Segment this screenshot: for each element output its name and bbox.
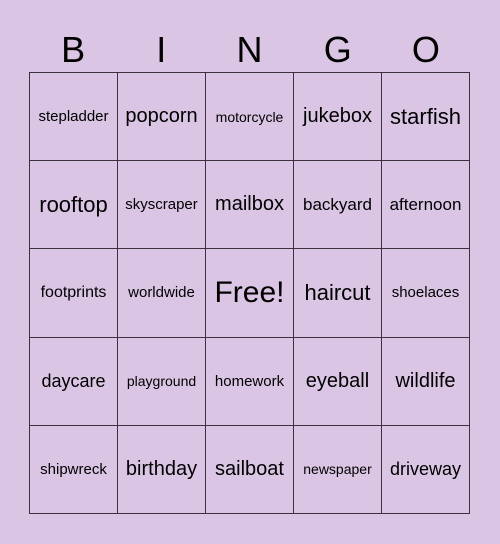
bingo-cell[interactable]: backyard — [294, 161, 382, 250]
free-space[interactable]: Free! — [206, 249, 294, 338]
header-letter-i: I — [156, 29, 167, 70]
bingo-cell[interactable]: skyscraper — [118, 161, 206, 250]
bingo-header: B I N G O — [29, 28, 470, 72]
bingo-cell[interactable]: rooftop — [30, 161, 118, 250]
bingo-cell[interactable]: stepladder — [30, 73, 118, 162]
header-letter-b: B — [61, 29, 86, 70]
header-letter-o: O — [411, 29, 440, 70]
bingo-grid: stepladder popcorn motorcycle jukebox st… — [29, 72, 470, 514]
bingo-cell[interactable]: shipwreck — [30, 425, 118, 514]
bingo-cell[interactable]: motorcycle — [206, 73, 294, 162]
bingo-cell[interactable]: afternoon — [382, 161, 470, 250]
bingo-cell[interactable]: driveway — [382, 425, 470, 514]
bingo-cell[interactable]: footprints — [30, 249, 118, 338]
bingo-cell[interactable]: jukebox — [294, 73, 382, 162]
header-letter-n: N — [236, 29, 263, 70]
bingo-cell[interactable]: mailbox — [206, 161, 294, 250]
bingo-cell[interactable]: newspaper — [294, 425, 382, 514]
bingo-cell[interactable]: wildlife — [382, 337, 470, 426]
bingo-cell[interactable]: starfish — [382, 73, 470, 162]
bingo-cell[interactable]: birthday — [118, 425, 206, 514]
bingo-cell[interactable]: eyeball — [294, 337, 382, 426]
bingo-cell[interactable]: shoelaces — [382, 249, 470, 338]
bingo-cell[interactable]: popcorn — [118, 73, 206, 162]
bingo-cell[interactable]: homework — [206, 337, 294, 426]
header-letter-g: G — [323, 29, 352, 70]
bingo-cell[interactable]: playground — [118, 337, 206, 426]
bingo-cell[interactable]: sailboat — [206, 425, 294, 514]
bingo-cell[interactable]: worldwide — [118, 249, 206, 338]
bingo-cell[interactable]: daycare — [30, 337, 118, 426]
bingo-cell[interactable]: haircut — [294, 249, 382, 338]
